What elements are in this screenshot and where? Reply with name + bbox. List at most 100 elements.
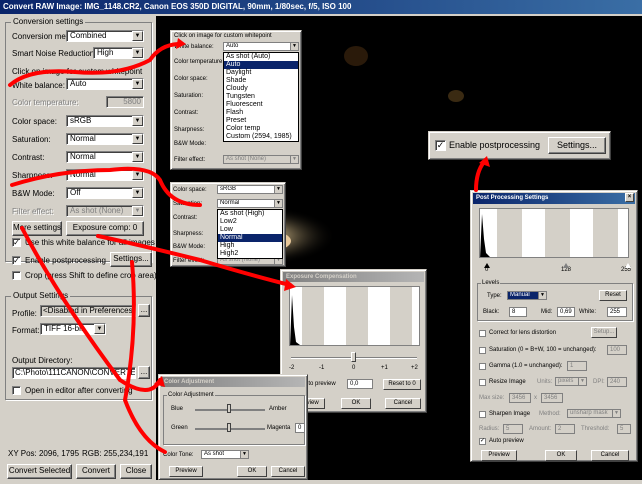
sat-popup-colorspace-combo[interactable]: sRGB ▼ bbox=[217, 185, 283, 194]
callout-postproc-checkbox[interactable]: ✓ bbox=[435, 140, 446, 151]
chevron-down-icon: ▼ bbox=[132, 79, 143, 89]
open-editor-checkbox[interactable] bbox=[12, 386, 21, 395]
pp-auto-preview-checkbox[interactable]: ✓ bbox=[479, 438, 486, 445]
sharpness-combo[interactable]: Normal ▼ bbox=[66, 169, 144, 181]
dropdown-option[interactable]: Flash bbox=[224, 109, 298, 117]
dropdown-option[interactable]: Auto bbox=[224, 61, 298, 69]
enable-postproc-checkbox[interactable]: ✓ bbox=[12, 256, 21, 265]
output-dir-field[interactable]: C:\Photo\111CANON\CONVERTED bbox=[12, 367, 136, 379]
magenta-value-field[interactable]: 0 bbox=[295, 423, 305, 433]
profile-field[interactable]: <Disabled in Preferences> bbox=[40, 305, 136, 317]
green-magenta-thumb[interactable] bbox=[227, 423, 231, 432]
colorspace-combo[interactable]: sRGB ▼ bbox=[66, 115, 144, 127]
mid-field[interactable]: 0,69 bbox=[557, 307, 575, 317]
enable-postproc-label: Enable postprocessing bbox=[25, 256, 106, 265]
dropdown-option[interactable]: Color temp bbox=[224, 125, 298, 133]
dropdown-option[interactable]: Cloudy bbox=[224, 85, 298, 93]
output-dir-browse-button[interactable]: ... bbox=[138, 366, 150, 379]
lens-distortion-checkbox[interactable] bbox=[479, 330, 486, 337]
close-icon[interactable]: × bbox=[625, 193, 634, 202]
sharpen-checkbox[interactable] bbox=[479, 411, 486, 418]
chevron-down-icon: ▼ bbox=[290, 156, 298, 163]
saturation-value: Normal bbox=[70, 134, 96, 143]
blue-amber-thumb[interactable] bbox=[227, 404, 231, 413]
dropdown-option[interactable]: Normal bbox=[218, 234, 282, 242]
noise-combo[interactable]: High ▼ bbox=[93, 47, 144, 59]
contrast-combo[interactable]: Normal ▼ bbox=[66, 151, 144, 163]
dropdown-option[interactable]: As shot (Auto) bbox=[224, 53, 298, 61]
wb-popup-combo[interactable]: Auto ▼ bbox=[223, 42, 299, 51]
exposure-comp-button[interactable]: Exposure comp: 0 bbox=[66, 221, 144, 236]
dropdown-option[interactable]: Custom (2594, 1985) bbox=[224, 133, 298, 141]
color-tone-label: Color Tone: bbox=[163, 452, 194, 458]
dropdown-option[interactable]: As shot (High) bbox=[218, 210, 282, 218]
main-title-bar[interactable]: Convert RAW Image: IMG_1148.CR2, Canon E… bbox=[0, 0, 642, 14]
exposure-ok-button[interactable]: OK bbox=[341, 398, 371, 409]
mid-point-handle[interactable] bbox=[563, 263, 569, 268]
pp-cancel-button[interactable]: Cancel bbox=[591, 450, 629, 461]
sat-popup-saturation-label: Saturation: bbox=[173, 201, 203, 207]
wb-options-list[interactable]: As shot (Auto) Auto Daylight Shade Cloudy Tun… bbox=[223, 52, 299, 142]
saturation-combo[interactable]: Normal ▼ bbox=[66, 133, 144, 145]
dropdown-option[interactable]: Daylight bbox=[224, 69, 298, 77]
dropdown-option[interactable]: High2 bbox=[218, 250, 282, 258]
units-combo: pixels ▼ bbox=[555, 377, 587, 386]
exposure-cancel-button[interactable]: Cancel bbox=[385, 398, 421, 409]
exposure-value-field[interactable]: 0,0 bbox=[347, 379, 373, 389]
close-button[interactable]: Close bbox=[120, 464, 152, 479]
profile-browse-button[interactable]: ... bbox=[138, 304, 150, 317]
pp-ok-button[interactable]: OK bbox=[545, 450, 577, 461]
pp-preview-button[interactable]: Preview bbox=[481, 450, 517, 461]
chevron-down-icon: ▼ bbox=[94, 324, 105, 334]
white-field[interactable]: 255 bbox=[607, 307, 627, 317]
color-ok-button[interactable]: OK bbox=[237, 466, 267, 477]
method-combo[interactable]: Combined ▼ bbox=[66, 30, 144, 42]
color-dialog-title-bar[interactable]: Color Adjustment bbox=[161, 377, 305, 387]
amount-label: Amount: bbox=[529, 426, 552, 432]
sat-popup-saturation-combo[interactable]: Normal ▼ bbox=[217, 199, 283, 208]
dropdown-option[interactable]: Low2 bbox=[218, 218, 282, 226]
exposure-tick: -1 bbox=[319, 365, 325, 371]
convert-selected-button[interactable]: Convert Selected bbox=[7, 464, 72, 479]
profile-label: Profile: bbox=[12, 309, 37, 318]
white-point-handle[interactable] bbox=[625, 263, 631, 268]
wb-combo[interactable]: Auto ▼ bbox=[66, 78, 144, 90]
levels-histogram bbox=[479, 208, 629, 258]
chevron-down-icon: ▼ bbox=[132, 31, 143, 41]
chevron-down-icon: ▼ bbox=[132, 152, 143, 162]
dropdown-option[interactable]: Tungsten bbox=[224, 93, 298, 101]
postproc-settings-button[interactable]: Settings... bbox=[110, 252, 152, 267]
dropdown-option[interactable]: Shade bbox=[224, 77, 298, 85]
levels-reset-button[interactable]: Reset bbox=[599, 290, 627, 301]
more-settings-button[interactable]: More settings bbox=[12, 221, 62, 236]
color-preview-button[interactable]: Preview bbox=[169, 466, 203, 477]
sat-popup-filter-label: Filter effect: bbox=[173, 258, 205, 264]
gamma-checkbox[interactable] bbox=[479, 363, 486, 370]
dropdown-option[interactable]: Fluorescent bbox=[224, 101, 298, 109]
dropdown-option[interactable]: Low bbox=[218, 226, 282, 234]
color-adjustment-group: Color Adjustment bbox=[163, 392, 305, 445]
reset-to-zero-button[interactable]: Reset to 0 bbox=[383, 379, 421, 390]
bw-combo[interactable]: Off ▼ bbox=[66, 187, 144, 199]
color-cancel-button[interactable]: Cancel bbox=[271, 466, 305, 477]
black-point-handle[interactable] bbox=[484, 263, 490, 268]
levels-type-combo[interactable]: Manual ▼ bbox=[507, 291, 547, 300]
resize-checkbox[interactable] bbox=[479, 379, 486, 386]
postproc-dialog-title-bar[interactable]: Post Processing Settings × bbox=[473, 193, 635, 204]
crop-checkbox[interactable] bbox=[12, 271, 21, 280]
callout-settings-button[interactable]: Settings... bbox=[548, 137, 606, 154]
saturation-options-list[interactable]: As shot (High) Low2 Low Normal High High2 bbox=[217, 209, 283, 259]
use-wb-checkbox[interactable]: ✓ bbox=[12, 238, 21, 247]
dropdown-option[interactable]: Preset bbox=[224, 117, 298, 125]
color-dialog-title: Color Adjustment bbox=[164, 379, 215, 385]
format-combo[interactable]: TIFF 16-bit ▼ bbox=[40, 323, 106, 335]
convert-button[interactable]: Convert bbox=[76, 464, 116, 479]
color-tone-combo[interactable]: As shot ▼ bbox=[201, 450, 249, 459]
wb-popup-bw-label: B&W Mode: bbox=[174, 141, 207, 147]
black-field[interactable]: 8 bbox=[509, 307, 527, 317]
dropdown-option[interactable]: High bbox=[218, 242, 282, 250]
saturation-checkbox[interactable] bbox=[479, 347, 486, 354]
exposure-dialog-title-bar[interactable]: Exposure Compensation bbox=[283, 272, 424, 282]
exposure-slider-thumb[interactable] bbox=[351, 352, 356, 362]
exposure-tick: +2 bbox=[411, 365, 418, 371]
